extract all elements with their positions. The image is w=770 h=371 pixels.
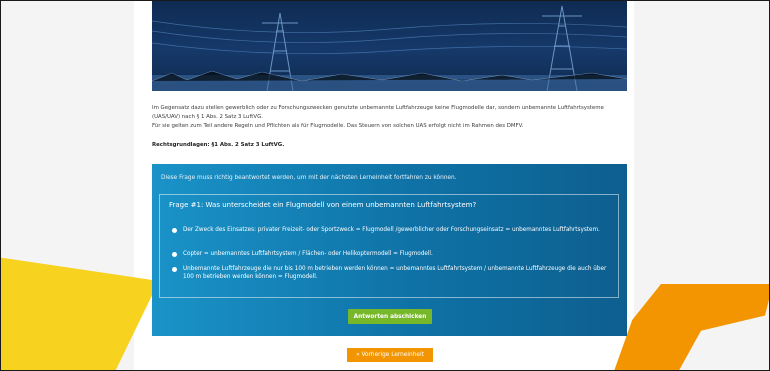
quiz-panel: Diese Frage muss richtig beantwortet wer… — [152, 164, 627, 336]
orange-accent-shape — [613, 284, 769, 370]
answer-option-label: Copter = unbemanntes Luftfahrtsystem / F… — [183, 251, 433, 257]
radio-button[interactable] — [172, 228, 177, 233]
radio-button[interactable] — [172, 252, 177, 257]
answer-option-1[interactable]: Der Zweck des Einsatzes: privater Freize… — [172, 226, 612, 234]
answer-option-3[interactable]: Unbemannte Luftfahrzeuge die nur bis 100… — [172, 265, 612, 281]
legal-basis: Rechtsgrundlagen: §1 Abs. 2 Satz 3 LuftV… — [152, 142, 285, 148]
hero-image — [152, 1, 627, 91]
answer-option-2[interactable]: Copter = unbemanntes Luftfahrtsystem / F… — [172, 250, 612, 258]
intro-paragraph-2: Für sie gelten zum Teil andere Regeln un… — [152, 123, 524, 129]
answer-option-label: Der Zweck des Einsatzes: privater Freize… — [183, 227, 600, 233]
quiz-notice: Diese Frage muss richtig beantwortet wer… — [161, 175, 457, 181]
question-title: Frage #1: Was unterscheidet ein Flugmode… — [169, 201, 477, 209]
previous-lesson-button[interactable]: « Vorherige Lerneinheit — [347, 348, 433, 362]
power-lines-illustration — [152, 5, 627, 91]
intro-text: Im Gegensatz dazu stellen gewerblich ode… — [152, 104, 622, 131]
page-frame: Im Gegensatz dazu stellen gewerblich ode… — [0, 0, 770, 371]
radio-button[interactable] — [172, 267, 177, 272]
submit-answer-button[interactable]: Antworten abschicken — [348, 309, 432, 324]
question-box: Frage #1: Was unterscheidet ein Flugmode… — [159, 194, 619, 298]
intro-paragraph-1: Im Gegensatz dazu stellen gewerblich ode… — [152, 105, 604, 120]
answer-option-label: Unbemannte Luftfahrzeuge die nur bis 100… — [183, 266, 607, 280]
